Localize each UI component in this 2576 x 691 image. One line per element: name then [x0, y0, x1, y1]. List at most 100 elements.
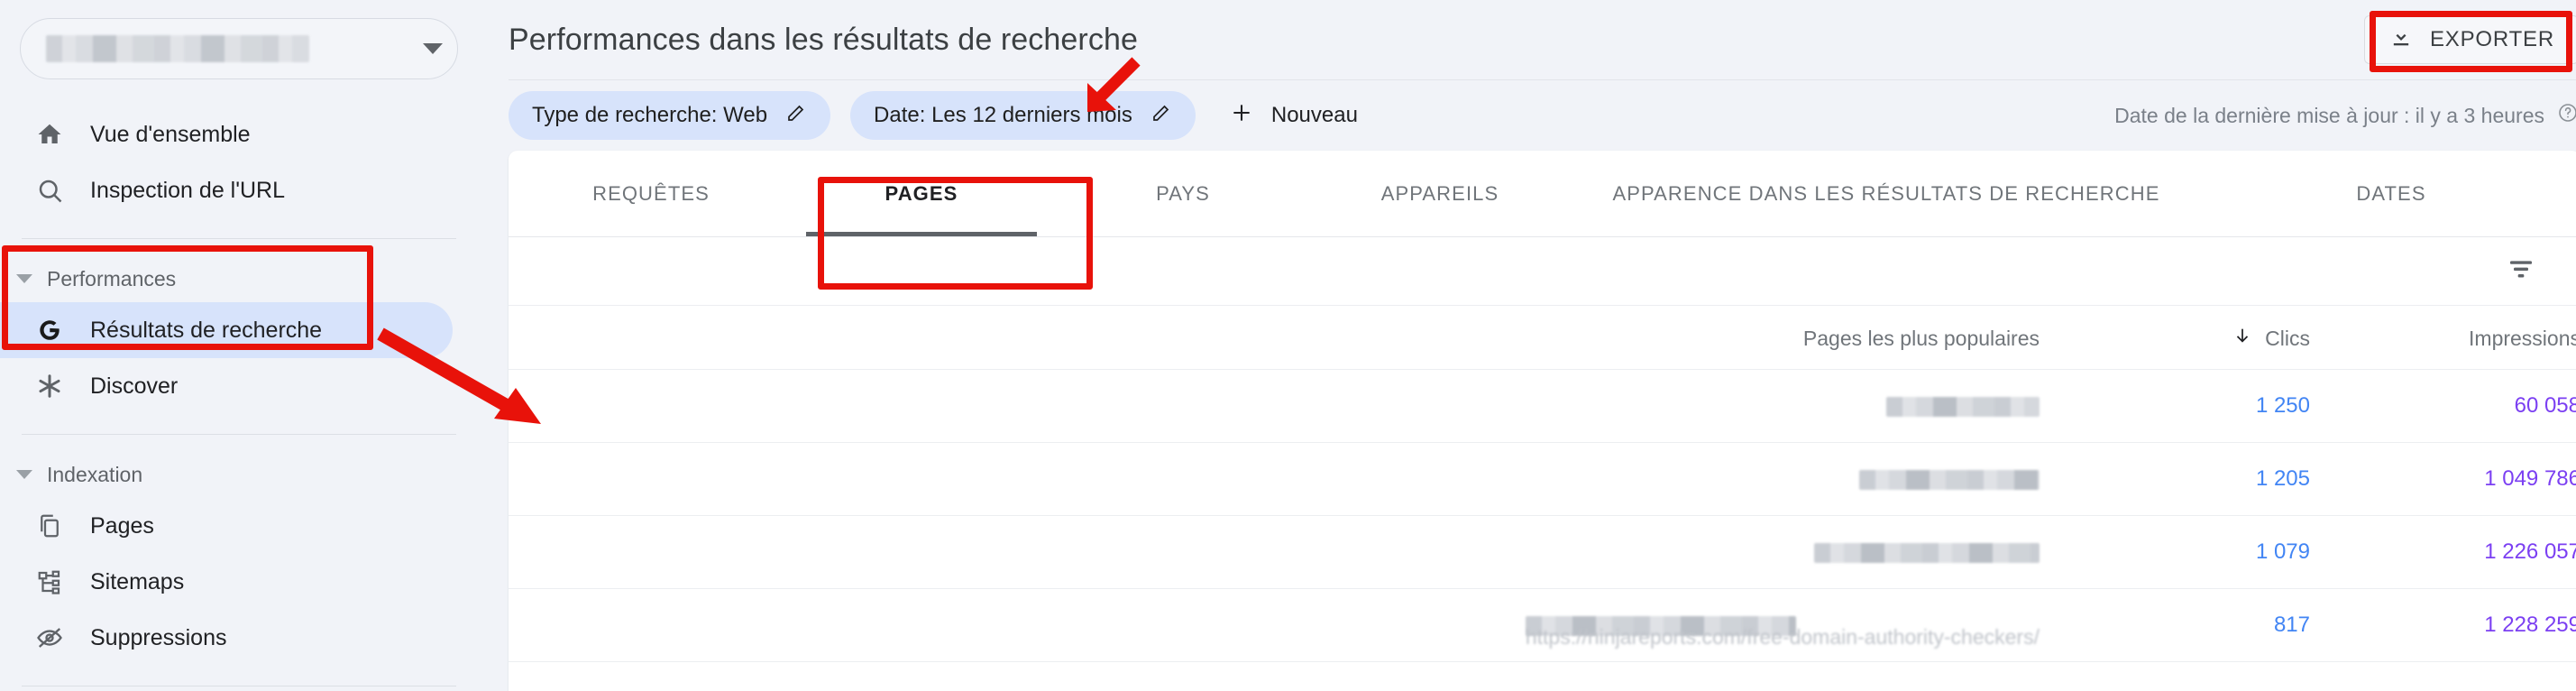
- main-header: Performances dans les résultats de reche…: [487, 0, 2576, 79]
- page-url-redacted: [1886, 396, 2040, 417]
- cell-page[interactable]: https://ninjareports.com/free-domain-aut…: [509, 588, 2040, 662]
- cell-clics: 817: [2040, 588, 2310, 662]
- pages-copy-icon: [29, 512, 70, 539]
- sidebar-item-label: Inspection de l'URL: [90, 177, 286, 203]
- new-filter-button[interactable]: Nouveau: [1215, 91, 1372, 140]
- tab-label: REQUÊTES: [592, 181, 710, 205]
- tab-apparence[interactable]: APPARENCE DANS LES RÉSULTATS DE RECHERCH…: [1571, 151, 2202, 236]
- property-name-redacted: [46, 35, 309, 62]
- table-body: 1 250 60 058 1 205 1 049 786 1 079 1 226 057 h…: [509, 369, 2576, 662]
- cell-impressions: 1 049 786: [2310, 442, 2576, 516]
- export-button-label: EXPORTER: [2430, 27, 2554, 51]
- tab-label: PAGES: [885, 181, 958, 205]
- sidebar-group-label: Indexation: [47, 462, 143, 486]
- pages-table: Pages les plus populaires Clics Impressi…: [509, 306, 2576, 662]
- new-filter-label: Nouveau: [1270, 103, 1358, 127]
- page-title: Performances dans les résultats de reche…: [509, 22, 1138, 57]
- sidebar-item-label: Suppressions: [90, 624, 227, 650]
- help-circle-icon[interactable]: [2557, 102, 2576, 129]
- last-updated-status: Date de la dernière mise à jour : il y a…: [2114, 102, 2576, 129]
- sidebar-divider-1: [22, 238, 456, 239]
- chevron-down-icon: [16, 274, 32, 283]
- export-button[interactable]: EXPORTER: [2364, 15, 2576, 64]
- tab-pages[interactable]: PAGES: [786, 151, 1057, 236]
- cell-page[interactable]: [509, 515, 2040, 589]
- cell-impressions: 60 058: [2310, 369, 2576, 443]
- filter-bar: Type de recherche: Web Date: Les 12 dern…: [487, 80, 2576, 151]
- sidebar: Vue d'ensemble Inspection de l'URL Perfo…: [0, 0, 478, 691]
- funnel-icon[interactable]: [2507, 254, 2535, 288]
- cell-impressions: 1 228 259: [2310, 588, 2576, 662]
- page-url-text: https://ninjareports.com/free-domain-aut…: [1525, 625, 2040, 649]
- pencil-icon[interactable]: [1150, 102, 1172, 130]
- sidebar-item-search-results[interactable]: Résultats de recherche: [0, 302, 453, 358]
- property-selector[interactable]: [20, 18, 458, 79]
- table-row[interactable]: 1 205 1 049 786: [509, 442, 2576, 516]
- sidebar-item-discover[interactable]: Discover: [0, 358, 453, 414]
- sidebar-item-label: Pages: [90, 512, 154, 539]
- search-icon: [29, 177, 70, 204]
- column-header-clics[interactable]: Clics: [2040, 306, 2310, 370]
- cell-page[interactable]: [509, 369, 2040, 443]
- column-header-page[interactable]: Pages les plus populaires: [509, 306, 2040, 370]
- sidebar-group-label: Performances: [47, 266, 177, 290]
- sidebar-item-label: Discover: [90, 373, 179, 399]
- tab-dates[interactable]: DATES: [2202, 151, 2576, 236]
- sidebar-nav: Vue d'ensemble Inspection de l'URL Perfo…: [0, 106, 478, 686]
- tab-label: DATES: [2356, 181, 2426, 205]
- table-row[interactable]: 1 250 60 058: [509, 369, 2576, 443]
- cell-impressions: 1 226 057: [2310, 515, 2576, 589]
- cell-page[interactable]: [509, 442, 2040, 516]
- asterisk-icon: [29, 373, 70, 400]
- filter-chip-date[interactable]: Date: Les 12 derniers mois: [850, 91, 1196, 140]
- sidebar-item-sitemaps[interactable]: Sitemaps: [0, 554, 453, 610]
- sitemap-icon: [29, 568, 70, 595]
- sidebar-group-performances[interactable]: Performances: [0, 255, 478, 302]
- filter-chip-label: Type de recherche: Web: [532, 103, 768, 127]
- app-root: Vue d'ensemble Inspection de l'URL Perfo…: [0, 0, 2576, 691]
- eye-off-icon: [29, 624, 70, 651]
- sidebar-divider-2: [22, 434, 456, 435]
- filter-chip-search-type[interactable]: Type de recherche: Web: [509, 91, 831, 140]
- filter-chip-label: Date: Les 12 derniers mois: [874, 103, 1132, 127]
- tab-bar: REQUÊTES PAGES PAYS APPAREILS APPARENCE …: [509, 151, 2576, 237]
- sidebar-item-pages[interactable]: Pages: [0, 498, 453, 554]
- sidebar-group-indexation[interactable]: Indexation: [0, 451, 478, 498]
- chevron-down-icon[interactable]: [423, 43, 443, 54]
- tab-label: APPAREILS: [1380, 181, 1499, 205]
- table-row[interactable]: 1 079 1 226 057: [509, 515, 2576, 589]
- home-icon: [29, 121, 70, 148]
- column-header-clics-label: Clics: [2265, 326, 2310, 350]
- page-url-redacted: [1814, 542, 2040, 563]
- sidebar-item-label: Résultats de recherche: [90, 317, 323, 343]
- arrow-down-icon: [2232, 326, 2252, 351]
- page-url-redacted: [1859, 469, 2040, 490]
- sidebar-item-label: Sitemaps: [90, 568, 185, 594]
- tab-label: APPARENCE DANS LES RÉSULTATS DE RECHERCH…: [1612, 181, 2160, 205]
- sidebar-item-removals[interactable]: Suppressions: [0, 610, 453, 666]
- table-header-row: Pages les plus populaires Clics Impressi…: [509, 306, 2576, 370]
- column-header-page-label: Pages les plus populaires: [1802, 326, 2040, 350]
- cell-clics: 1 205: [2040, 442, 2310, 516]
- tab-requetes[interactable]: REQUÊTES: [516, 151, 786, 236]
- column-header-impressions[interactable]: Impressions: [2310, 306, 2576, 370]
- download-icon: [2388, 24, 2414, 56]
- cell-clics: 1 250: [2040, 369, 2310, 443]
- tab-appareils[interactable]: APPAREILS: [1309, 151, 1571, 236]
- plus-icon: [1230, 101, 1253, 131]
- pencil-icon[interactable]: [785, 102, 807, 130]
- tab-label: PAYS: [1156, 181, 1210, 205]
- column-header-impressions-label: Impressions: [2469, 326, 2576, 350]
- tab-pays[interactable]: PAYS: [1057, 151, 1309, 236]
- performance-card: REQUÊTES PAGES PAYS APPAREILS APPARENCE …: [509, 151, 2576, 691]
- google-g-icon: [29, 316, 70, 345]
- table-row[interactable]: https://ninjareports.com/free-domain-aut…: [509, 588, 2576, 662]
- sidebar-item-overview[interactable]: Vue d'ensemble: [0, 106, 453, 162]
- table-head: Pages les plus populaires Clics Impressi…: [509, 306, 2576, 370]
- chevron-down-icon: [16, 470, 32, 479]
- main-content: Performances dans les résultats de reche…: [478, 0, 2576, 691]
- sidebar-item-label: Vue d'ensemble: [90, 121, 251, 147]
- last-updated-text: Date de la dernière mise à jour : il y a…: [2114, 103, 2544, 127]
- table-filter-row: [509, 237, 2576, 306]
- sidebar-item-url-inspection[interactable]: Inspection de l'URL: [0, 162, 453, 218]
